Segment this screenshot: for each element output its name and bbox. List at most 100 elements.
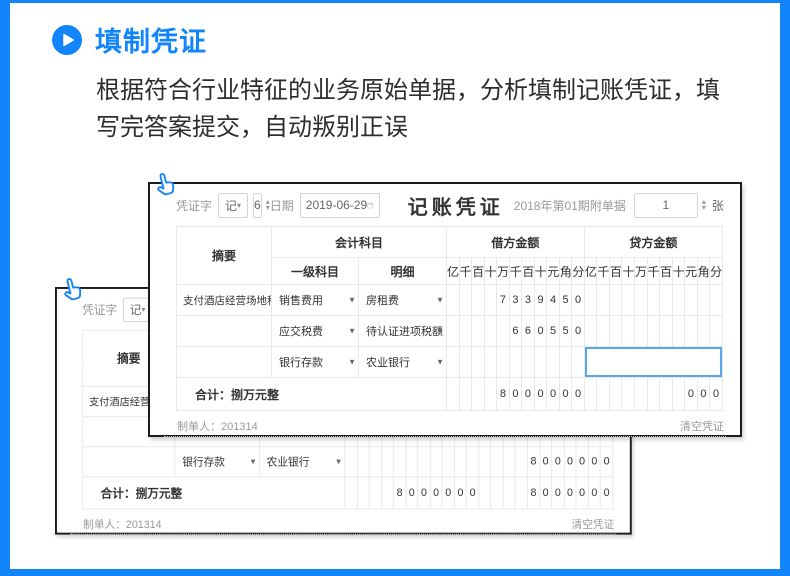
voucher-table: 摘要会计科目借方金额贷方金额一级科目明细亿千百十万千百十元角分亿千百十万千百十元… <box>175 226 724 411</box>
frame-bottom-bar <box>0 569 790 576</box>
amount-digit-cell <box>356 476 370 510</box>
amount-digit-cell <box>659 284 673 316</box>
page: 填制凭证 根据符合行业特征的业务原始单据，分析填制记账凭证，填 写完答案提交，自… <box>0 0 790 576</box>
amount-digit-cell: 0 <box>684 377 698 411</box>
amount-digit-cell <box>659 315 673 347</box>
amount-digit-cell: 0 <box>599 476 614 510</box>
amount-digit-cell: 4 <box>546 284 560 316</box>
amount-digit-cell <box>608 284 623 316</box>
amount-digit-cell: 0 <box>587 476 601 510</box>
date-value: 2019-06-29 <box>305 198 368 212</box>
amount-digit-cell <box>471 284 485 316</box>
level1-subject-select[interactable]: 销售费用▼ <box>271 284 359 316</box>
chevron-down-icon: ▼ <box>436 295 445 305</box>
amount-digit-cell <box>709 284 723 316</box>
total-row: 合计：捌万元整 8 0 0 0 0 0 0 8 0 0 0 0 0 0 <box>82 476 614 510</box>
total-label: 合计：捌万元整 <box>82 476 346 510</box>
level1-subject-select[interactable]: 银行存款 ▼ <box>174 446 260 478</box>
detail-header: 明细 <box>357 257 448 285</box>
amount-digit-cell: 9 <box>533 284 548 316</box>
amount-digit-cell <box>508 346 523 378</box>
amount-digit-cell <box>521 346 535 378</box>
voucher-footer: 制单人：201314 清空凭证 <box>70 509 617 537</box>
amount-digit-cell <box>583 377 598 411</box>
amount-digit-cell <box>608 315 623 347</box>
dotted-divider <box>164 436 726 437</box>
level1-subject-select[interactable]: 应交税费▼ <box>271 315 359 347</box>
amount-digit-cell <box>344 476 358 510</box>
amount-digit-cell: 7 <box>496 284 510 316</box>
detail-subject-select[interactable]: 农业银行 ▼ <box>258 446 346 478</box>
detail-subject-select[interactable]: 农业银行 ▼ <box>357 346 448 378</box>
amount-digit-cell: 万 <box>634 257 648 285</box>
amount-digit-cell <box>646 377 661 411</box>
amount-digit-cell: 0 <box>508 377 523 411</box>
amount-digit-cell: 0 <box>466 476 480 510</box>
amount-digit-cell: 0 <box>539 446 553 478</box>
amount-digit-cell <box>684 284 698 316</box>
amount-digit-cell: 十 <box>671 257 686 285</box>
amount-digit-cell: 0 <box>453 476 468 510</box>
chevron-down-icon: ▼ <box>348 295 356 305</box>
amount-digit-cell: 百 <box>659 257 673 285</box>
chevron-down-icon: ▼ <box>334 457 343 467</box>
clear-voucher-link[interactable]: 清空凭证 <box>572 516 615 532</box>
amount-digit-cell: 角 <box>558 257 573 285</box>
amount-digit-cell <box>709 315 723 347</box>
amount-digit-cell: 5 <box>558 315 573 347</box>
clear-voucher-link[interactable]: 清空凭证 <box>680 418 724 434</box>
amount-digit-cell: 0 <box>533 315 548 347</box>
amount-digit-cell <box>380 476 394 510</box>
attachment-input[interactable]: 1 <box>633 192 698 218</box>
preparer-label: 制单人：201314 <box>83 519 162 531</box>
amount-digit-cell <box>514 446 528 478</box>
amount-digit-cell: 分 <box>571 257 585 285</box>
amount-digit-cell <box>478 446 492 478</box>
voucher-footer: 制单人：201314 清空凭证 <box>164 411 726 440</box>
amount-digit-cell <box>458 315 473 347</box>
amount-digit-cell <box>458 284 473 316</box>
summary-cell[interactable]: 支付酒店经营场地租 <box>176 284 272 316</box>
amount-digit-cell <box>446 315 460 347</box>
debit-header: 借方金额 <box>446 226 585 258</box>
summary-cell[interactable] <box>82 446 176 478</box>
date-input[interactable]: 2019-06-29 <box>299 192 380 218</box>
description-line-2: 写完答案提交，自动叛别正误 <box>96 114 408 141</box>
amount-digit-cell <box>696 315 711 347</box>
preparer-label: 制单人：201314 <box>177 421 258 433</box>
amount-digit-cell <box>356 446 370 478</box>
voucher-entry-row: 银行存款 ▼ 农业银行 ▼ <box>176 346 724 378</box>
amount-digit-cell: 0 <box>429 476 443 510</box>
level1-subject-select[interactable]: 银行存款 ▼ <box>271 346 359 378</box>
voucher-number-input[interactable]: 6 <box>253 192 262 218</box>
amount-digit-cell <box>483 284 498 316</box>
amount-digit-cell <box>490 476 504 510</box>
amount-digit-cell <box>621 377 635 411</box>
frame-left-bar <box>0 0 10 576</box>
summary-cell[interactable] <box>176 315 272 347</box>
amount-digit-cell <box>368 476 382 510</box>
voucher-word-select[interactable]: 记 ▾ <box>218 192 249 218</box>
amount-digit-cell <box>608 377 623 411</box>
attachment-stepper[interactable]: ▴▾ <box>702 198 706 212</box>
amount-digit-cell <box>429 446 443 478</box>
amount-digit-cell: 0 <box>558 377 573 411</box>
summary-header: 摘要 <box>176 226 272 285</box>
amount-digit-cell <box>405 446 419 478</box>
credit-amount-input[interactable] <box>585 347 722 377</box>
voucher-word-label: 凭证字 <box>176 198 213 213</box>
amount-digit-cell <box>659 377 673 411</box>
amount-digit-cell <box>533 346 548 378</box>
detail-subject-select[interactable]: 待认证进项税额▼ <box>357 315 448 347</box>
amount-digit-cell: 8 <box>526 476 541 510</box>
amount-digit-cell: 0 <box>599 446 614 478</box>
summary-cell[interactable] <box>176 346 272 378</box>
amount-digit-cell <box>583 315 598 347</box>
amount-digit-cell: 亿 <box>583 257 598 285</box>
amount-digit-cell: 0 <box>405 476 419 510</box>
amount-digit-cell: 3 <box>521 284 535 316</box>
detail-subject-select[interactable]: 房租费▼ <box>357 284 448 316</box>
amount-digit-cell: 万 <box>496 257 510 285</box>
amount-digit-cell <box>458 346 473 378</box>
step-down-icon[interactable]: ▾ <box>702 204 706 212</box>
